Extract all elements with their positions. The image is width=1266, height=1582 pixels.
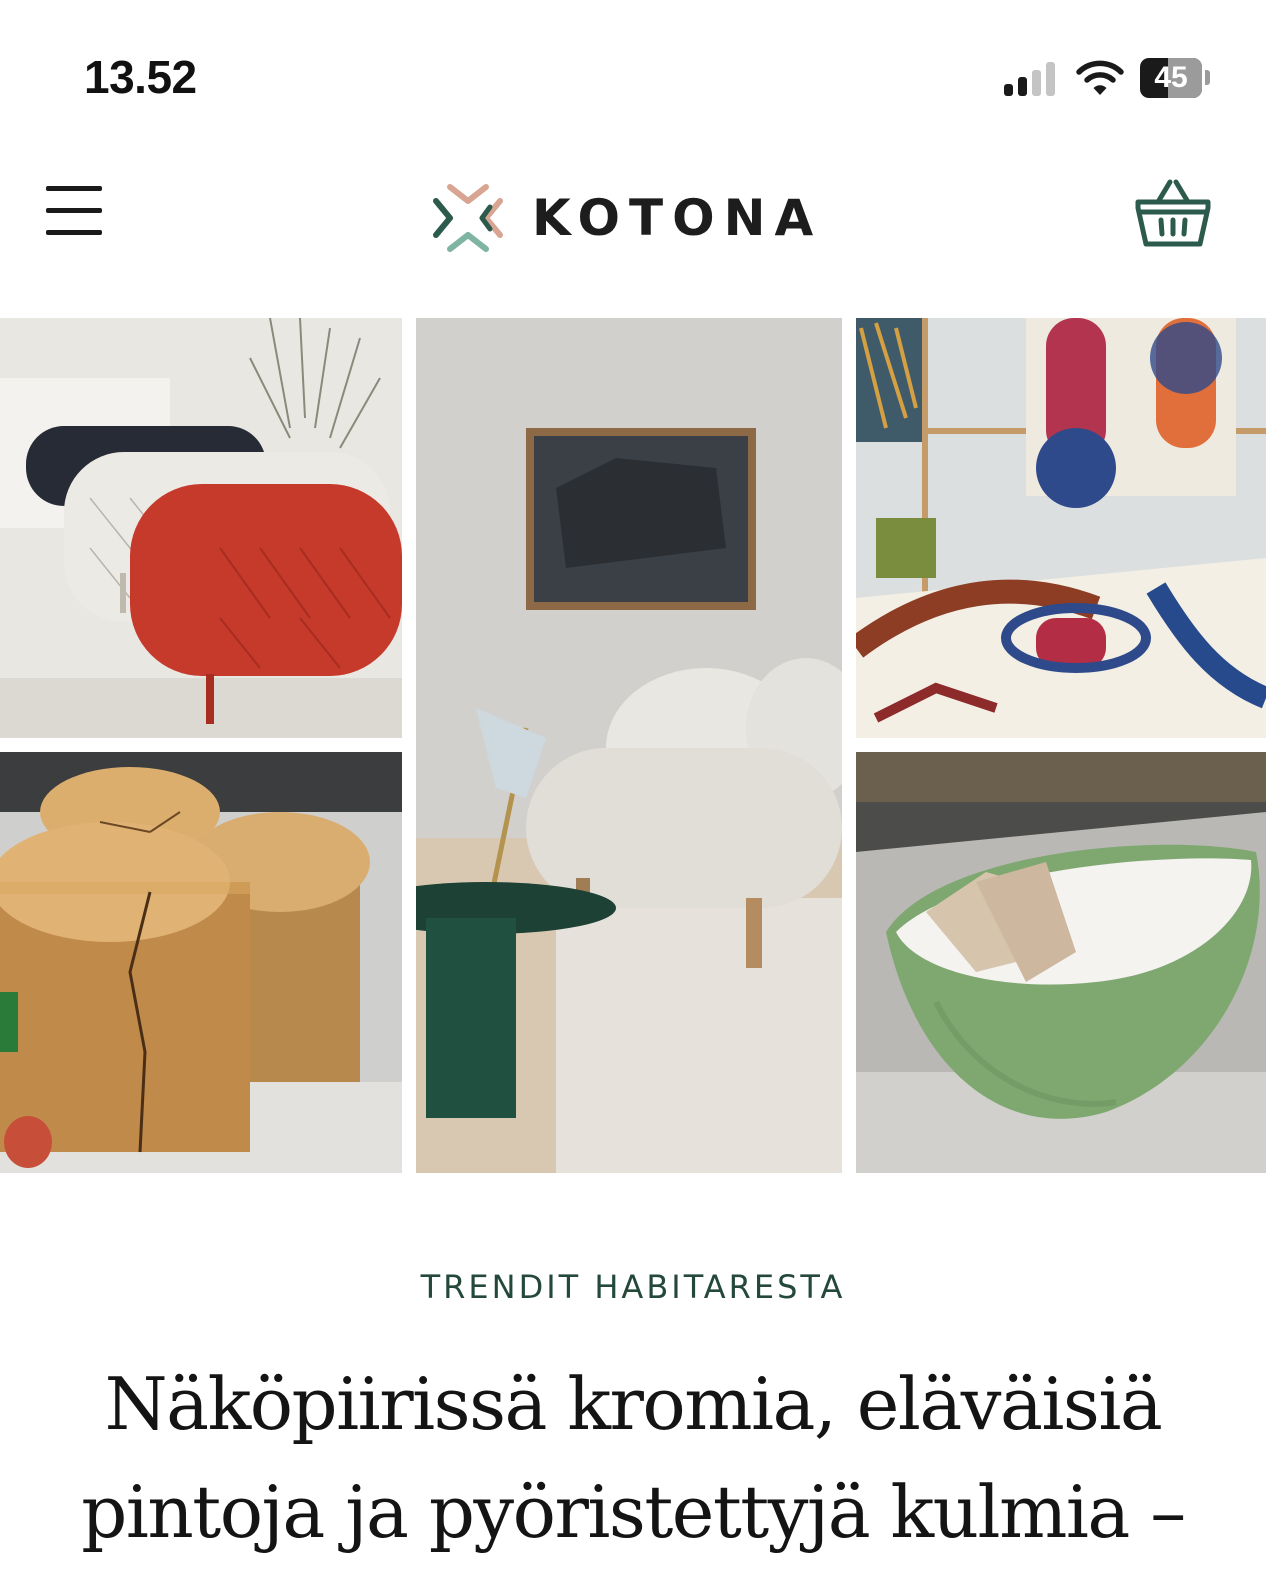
headline-line-1: Näköpiirissä kromia, eläväisiä <box>104 1362 1163 1446</box>
sideboards-image[interactable] <box>0 318 402 738</box>
shopping-basket-icon[interactable] <box>1134 178 1212 250</box>
hamburger-menu-icon[interactable] <box>46 184 104 235</box>
app-header: KOTONA <box>0 150 1266 316</box>
boucle-sofa-image[interactable] <box>416 318 842 1173</box>
headline-line-2: pintoja ja pyöristettyjä kulmia – <box>81 1470 1186 1554</box>
quilt-bedroom-image[interactable] <box>856 318 1266 738</box>
cellular-signal-icon <box>1004 62 1060 96</box>
article-headline[interactable]: Näköpiirissä kromia, eläväisiä pintoja j… <box>20 1350 1246 1566</box>
battery-body: 45 <box>1140 58 1202 98</box>
green-bathtub-image[interactable] <box>856 752 1266 1173</box>
status-time: 13.52 <box>84 51 197 103</box>
brand-name: KOTONA <box>532 189 823 247</box>
status-bar: 13.52 45 <box>0 0 1266 150</box>
battery-icon: 45 <box>1140 58 1210 98</box>
kotona-logo-icon <box>433 184 503 252</box>
signal-bar <box>1046 62 1055 96</box>
battery-tip <box>1205 70 1210 85</box>
signal-bar <box>1032 70 1041 96</box>
brand-logo[interactable]: KOTONA <box>432 178 822 258</box>
wooden-stools-image[interactable] <box>0 752 402 1173</box>
image-gallery <box>0 318 1266 1173</box>
wifi-icon <box>1076 60 1124 95</box>
article-category[interactable]: TRENDIT HABITARESTA <box>0 1268 1266 1306</box>
signal-bar <box>1018 77 1027 96</box>
battery-level-text: 45 <box>1154 61 1188 94</box>
signal-bar <box>1004 84 1013 96</box>
